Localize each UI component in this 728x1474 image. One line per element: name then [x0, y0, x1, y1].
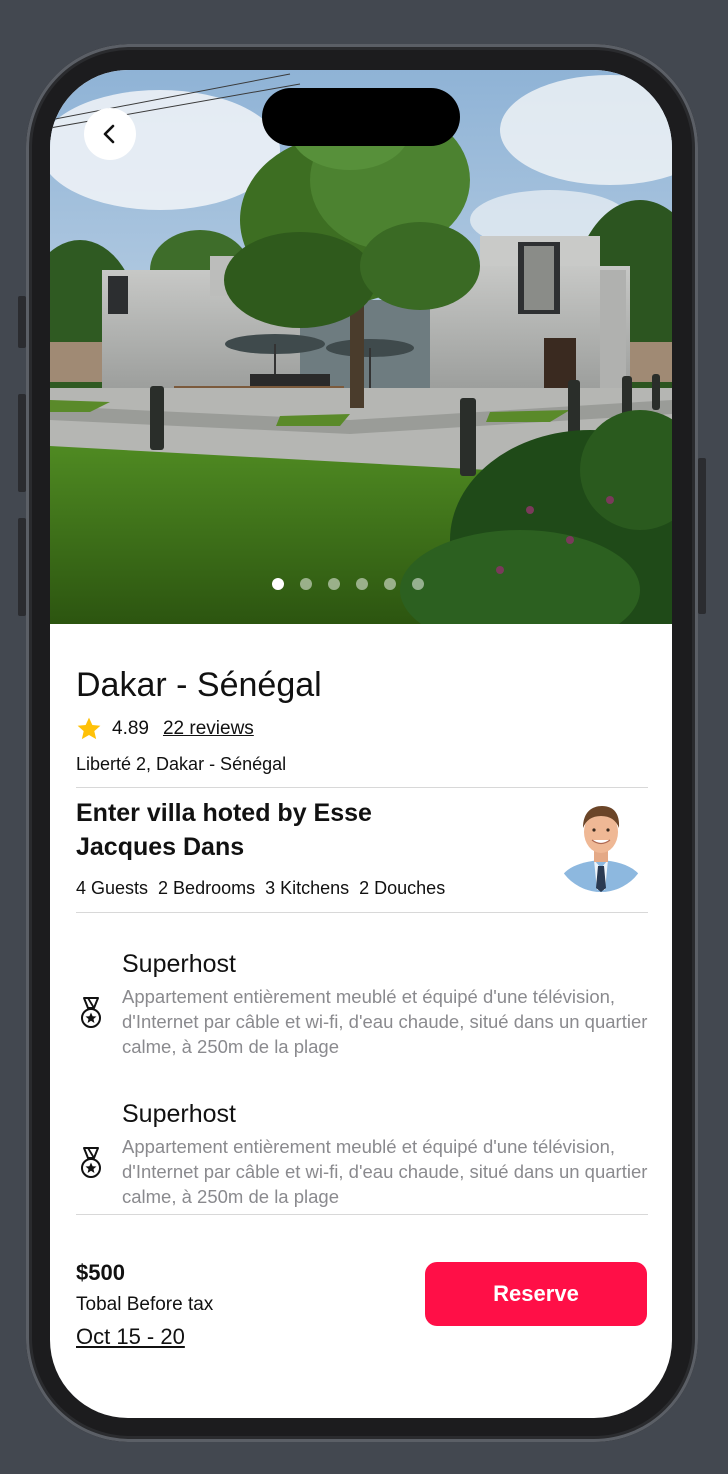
host-avatar[interactable] [554, 796, 648, 892]
rating-value: 4.89 [112, 718, 149, 739]
pagination-dot[interactable] [384, 578, 396, 590]
listing-stats: 4 Guests 2 Bedrooms 3 Kitchens 2 Douches [76, 878, 446, 898]
medal-icon [81, 1147, 101, 1178]
pagination-dot[interactable] [328, 578, 340, 590]
listing-title: Dakar - Sénégal [76, 666, 322, 704]
reviews-link[interactable]: 22 reviews [163, 718, 254, 740]
listing-photo-gallery[interactable] [50, 70, 672, 624]
feature-description: Appartement entièrement meublé et équipé… [122, 986, 648, 1057]
divider [76, 1214, 648, 1215]
amenities-scroll-area[interactable]: Superhost Appartement entièrement meublé… [76, 934, 648, 1244]
gallery-pagination[interactable] [272, 578, 424, 590]
feature-description: Appartement entièrement meublé et équipé… [122, 1136, 648, 1207]
app-screen: Dakar - Sénégal 4.89 22 reviews Liberté … [50, 70, 672, 1418]
medal-icon [81, 997, 101, 1028]
volume-down-button [18, 518, 26, 616]
feature-title: Superhost [122, 950, 236, 978]
divider [76, 787, 648, 788]
rating-row: 4.89 22 reviews [76, 716, 254, 742]
pagination-dot[interactable] [412, 578, 424, 590]
star-icon [77, 717, 101, 740]
feature-title: Superhost [122, 1100, 236, 1128]
divider [76, 912, 648, 913]
villa-photo [50, 70, 672, 624]
pagination-dot[interactable] [300, 578, 312, 590]
reserve-button[interactable]: Reserve [425, 1262, 647, 1326]
price-note: Tobal Before tax [76, 1294, 214, 1315]
price: $500 [76, 1260, 125, 1285]
chevron-left-icon [103, 124, 115, 144]
volume-up-button [18, 394, 26, 492]
date-range-link[interactable]: Oct 15 - 20 [76, 1324, 185, 1350]
pagination-dot[interactable] [272, 578, 284, 590]
back-button[interactable] [84, 108, 136, 160]
host-title: Enter villa hoted by Esse Jacques Dans [76, 799, 372, 861]
power-button [698, 458, 706, 614]
action-button [18, 296, 26, 348]
pagination-dot[interactable] [356, 578, 368, 590]
dynamic-island [262, 88, 460, 146]
listing-address: Liberté 2, Dakar - Sénégal [76, 754, 287, 774]
